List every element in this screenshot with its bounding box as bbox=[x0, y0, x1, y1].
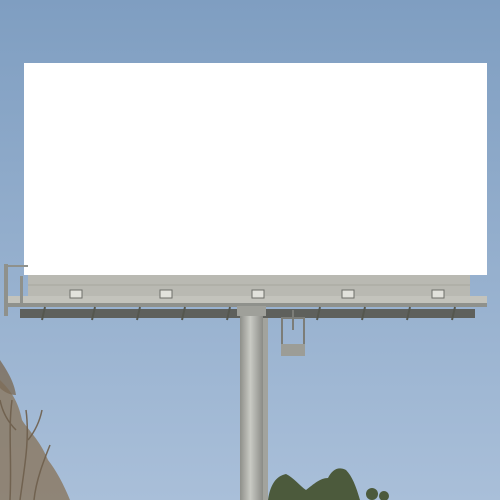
billboard-back-frame bbox=[28, 272, 470, 300]
pole bbox=[240, 310, 263, 500]
billboard-scene bbox=[0, 0, 500, 500]
billboard-photo bbox=[0, 0, 500, 500]
billboard-panel bbox=[24, 63, 487, 275]
